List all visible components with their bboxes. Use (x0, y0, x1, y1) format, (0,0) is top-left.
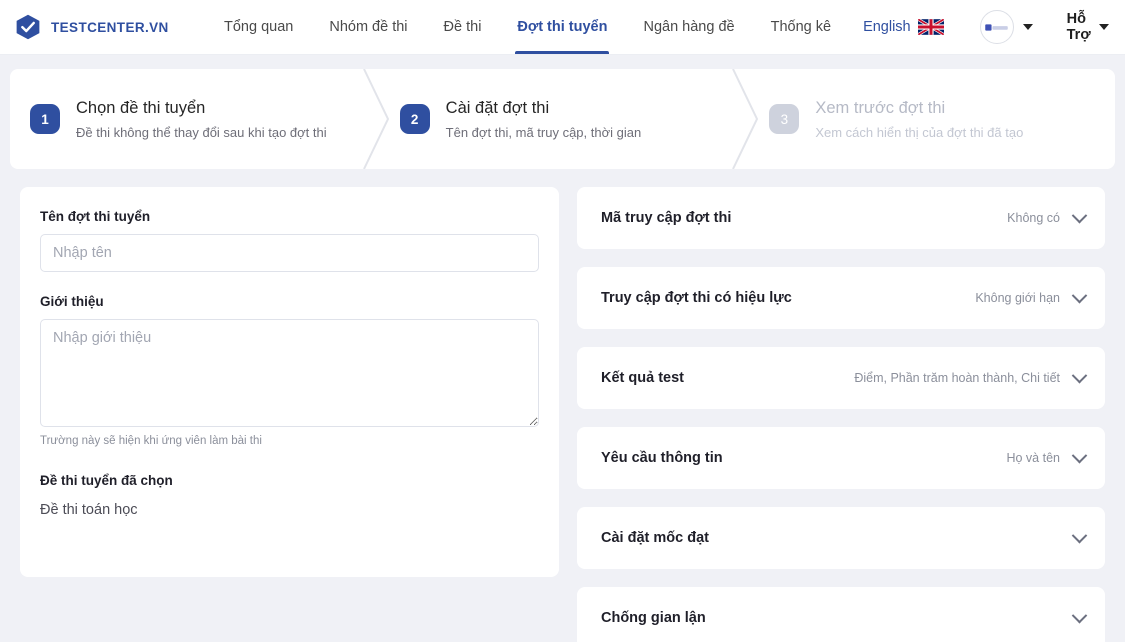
nav-label: Thống kê (770, 19, 832, 35)
chevron-down-icon[interactable] (1071, 207, 1088, 223)
accordion-item-chong-gian-lan[interactable]: Chống gian lận (577, 587, 1105, 642)
step-number-badge: 2 (399, 104, 430, 134)
accordion-item-ma-truy-cap[interactable]: Mã truy cập đợt thi Không có (577, 187, 1105, 249)
intro-helper-text: Trường này sẽ hiện khi ứng viên làm bài … (40, 435, 262, 447)
brand-logo[interactable]: TESTCENTER.VN (14, 13, 184, 41)
accordion-label: Mã truy cập đợt thi (601, 210, 732, 226)
step-title: Chọn đề thi tuyển (76, 98, 206, 117)
nav-item-thong-ke[interactable]: Thống kê (753, 0, 849, 54)
nav-item-tong-quan[interactable]: Tổng quan (206, 0, 311, 54)
brand-name: TESTCENTER.VN (51, 19, 169, 35)
language-label: English (863, 19, 911, 35)
step-title: Cài đặt đợt thi (445, 98, 550, 117)
settings-accordion: Mã truy cập đợt thi Không có Truy cập đợ… (577, 187, 1105, 642)
uk-flag-icon (917, 19, 944, 35)
language-switcher[interactable]: English (849, 19, 958, 35)
step-number-badge: 3 (769, 104, 800, 134)
header-right-cluster: English Hỗ Trợ (849, 10, 1119, 44)
exam-intro-textarea[interactable] (40, 319, 539, 427)
nav-label: Nhóm đề thi (329, 19, 408, 35)
exam-details-form: Tên đợt thi tuyển Giới thiệu Trường này … (20, 187, 559, 577)
step-subtitle: Đề thi không thể thay đổi sau khi tạo đợ… (76, 124, 327, 140)
accordion-item-ket-qua-test[interactable]: Kết quả test Điểm, Phần trăm hoàn thành,… (577, 347, 1105, 409)
nav-label: Đợt thi tuyển (517, 19, 608, 35)
main-nav: Tổng quan Nhóm đề thi Đề thi Đợt thi tuy… (206, 0, 849, 54)
step-1-chon-de-thi[interactable]: 1 Chọn đề thi tuyển Đề thi không thể tha… (10, 69, 376, 169)
accordion-item-truy-cap-hieu-luc[interactable]: Truy cập đợt thi có hiệu lực Không giới … (577, 267, 1105, 329)
chevron-down-icon[interactable] (1071, 287, 1088, 303)
nav-item-dot-thi-tuyen[interactable]: Đợt thi tuyển (499, 0, 625, 54)
content-area: Tên đợt thi tuyển Giới thiệu Trường này … (10, 169, 1115, 642)
accordion-label: Chống gian lận (601, 610, 706, 626)
accordion-item-cai-dat-moc-dat[interactable]: Cài đặt mốc đạt (577, 507, 1105, 569)
exam-name-input[interactable] (40, 234, 539, 272)
step-subtitle: Tên đợt thi, mã truy cập, thời gian (445, 124, 642, 140)
support-label: Hỗ Trợ (1066, 11, 1091, 43)
shield-check-icon (16, 14, 40, 40)
name-field-label: Tên đợt thi tuyển (40, 209, 151, 224)
accordion-value: Không có (1007, 211, 1060, 225)
nav-label: Ngân hàng đề (643, 19, 735, 35)
nav-item-ngan-hang-de[interactable]: Ngân hàng đề (625, 0, 752, 54)
accordion-value: Họ và tên (1006, 451, 1060, 465)
caret-down-icon (1098, 24, 1109, 30)
wizard-stepper: 1 Chọn đề thi tuyển Đề thi không thể tha… (10, 69, 1115, 169)
selected-exam-label: Đề thi tuyển đã chọn (40, 473, 173, 488)
caret-down-icon (1022, 24, 1033, 30)
avatar[interactable] (979, 10, 1014, 44)
chevron-down-icon[interactable] (1071, 527, 1088, 543)
accordion-item-yeu-cau-thong-tin[interactable]: Yêu cầu thông tin Họ và tên (577, 427, 1105, 489)
selected-exam-value: Đề thi toán học (40, 502, 138, 518)
chevron-down-icon[interactable] (1071, 447, 1088, 463)
accordion-label: Truy cập đợt thi có hiệu lực (601, 290, 792, 306)
step-title: Xem trước đợt thi (815, 98, 946, 117)
accordion-label: Kết quả test (601, 370, 684, 386)
accordion-value: Không giới hạn (975, 291, 1060, 305)
chevron-down-icon[interactable] (1071, 367, 1088, 383)
top-navigation-bar: TESTCENTER.VN Tổng quan Nhóm đề thi Đề t… (0, 0, 1125, 55)
intro-field-label: Giới thiệu (40, 294, 104, 309)
nav-label: Tổng quan (224, 19, 294, 35)
avatar-placeholder-icon (985, 23, 1008, 31)
nav-item-de-thi[interactable]: Đề thi (426, 0, 500, 54)
nav-item-nhom-de-thi[interactable]: Nhóm đề thi (311, 0, 425, 54)
left-column: Tên đợt thi tuyển Giới thiệu Trường này … (20, 187, 559, 577)
account-menu[interactable] (958, 10, 1045, 44)
support-menu[interactable]: Hỗ Trợ (1045, 11, 1119, 43)
step-subtitle: Xem cách hiển thị của đợt thi đã tạo (815, 124, 1024, 140)
right-column: Mã truy cập đợt thi Không có Truy cập đợ… (577, 187, 1105, 642)
accordion-label: Cài đặt mốc đạt (601, 530, 709, 546)
accordion-label: Yêu cầu thông tin (601, 450, 723, 466)
accordion-value: Điểm, Phần trăm hoàn thành, Chi tiết (854, 371, 1060, 385)
nav-label: Đề thi (443, 19, 482, 35)
step-3-xem-truoc-dot-thi[interactable]: 3 Xem trước đợt thi Xem cách hiển thị củ… (745, 69, 1115, 169)
step-number-badge: 1 (30, 104, 60, 134)
chevron-down-icon[interactable] (1071, 607, 1088, 623)
page-body: 1 Chọn đề thi tuyển Đề thi không thể tha… (0, 55, 1125, 642)
step-2-cai-dat-dot-thi[interactable]: 2 Cài đặt đợt thi Tên đợt thi, mã truy c… (376, 69, 746, 169)
